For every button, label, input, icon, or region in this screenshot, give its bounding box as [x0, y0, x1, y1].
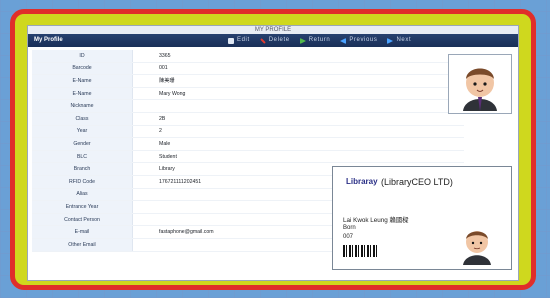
- field-label: Nickname: [32, 100, 133, 112]
- field-label: E-Name: [32, 87, 133, 100]
- table-row: Nickname: [32, 100, 464, 113]
- edit-button[interactable]: Edit: [228, 34, 250, 47]
- toolbar-actions: Edit Delete Return Previous Next: [228, 34, 411, 47]
- table-row: BLC Student: [32, 150, 464, 164]
- previous-label: Previous: [349, 37, 378, 43]
- barcode-icon: [343, 245, 377, 257]
- field-label: Gender: [32, 138, 133, 150]
- delete-label: Delete: [268, 37, 290, 43]
- card-brand: Libraray: [346, 177, 378, 186]
- table-row: Year 2: [32, 125, 464, 139]
- next-label: Next: [396, 37, 412, 43]
- previous-icon: [340, 37, 347, 44]
- avatar-icon: [463, 231, 491, 265]
- page-title: My Profile: [34, 37, 63, 43]
- previous-button[interactable]: Previous: [340, 34, 377, 47]
- card-company: (LibraryCEO LTD): [381, 177, 453, 187]
- field-value: 陳美珊: [159, 78, 175, 85]
- field-value: Student: [159, 153, 177, 160]
- field-label: Barcode: [32, 62, 133, 75]
- field-label: RFID Code: [32, 175, 133, 188]
- field-label: Class: [32, 112, 133, 125]
- field-label: E-mail: [32, 226, 133, 238]
- edit-icon: [228, 37, 234, 44]
- delete-button[interactable]: Delete: [259, 34, 290, 47]
- toolbar: My Profile Edit Delete Return Previous N…: [28, 34, 518, 47]
- field-label: Contact Person: [32, 213, 133, 226]
- table-row: Class 2B: [32, 112, 464, 126]
- table-row: E-Name 陳美珊: [32, 75, 464, 88]
- table-row: Barcode 001: [32, 62, 464, 76]
- field-label: BLC: [32, 150, 133, 163]
- field-label: E-Name: [32, 75, 133, 87]
- table-row: E-Name Mary Wong: [32, 87, 464, 101]
- field-value: 001: [159, 65, 168, 72]
- field-label: Year: [32, 125, 133, 138]
- field-label: ID: [32, 50, 133, 62]
- return-button[interactable]: Return: [299, 34, 331, 47]
- card-line-2: Born: [343, 225, 356, 231]
- table-row: Gender Male: [32, 138, 464, 151]
- field-value: Mary Wong: [159, 90, 186, 97]
- profile-screen: MY PROFILE My Profile Edit Delete Return…: [28, 26, 518, 280]
- avatar-icon: [449, 55, 511, 113]
- field-label: Branch: [32, 163, 133, 175]
- field-label: Other Email: [32, 238, 133, 251]
- field-value: 2: [159, 128, 162, 135]
- next-button[interactable]: Next: [387, 34, 411, 47]
- profile-photo: [448, 54, 512, 114]
- return-icon: [299, 37, 306, 44]
- return-label: Return: [308, 37, 331, 43]
- field-value: fastaphone@gmail.com: [159, 229, 214, 236]
- field-label: Alias: [32, 188, 133, 201]
- field-value: 176721111202451: [159, 178, 202, 185]
- field-value: Male: [159, 140, 171, 147]
- table-row: ID 3365: [32, 50, 464, 63]
- edit-label: Edit: [237, 37, 250, 43]
- card-name: Lai Kwok Leung 賴國樑: [343, 217, 409, 224]
- field-value: Library: [159, 166, 175, 173]
- window-title: MY PROFILE: [254, 27, 292, 33]
- field-label: Entrance Year: [32, 201, 133, 213]
- field-value: 2B: [159, 115, 166, 122]
- field-value: 3365: [159, 52, 171, 59]
- delete-icon: [259, 37, 266, 44]
- card-line-3: 007: [343, 234, 354, 240]
- next-icon: [387, 37, 394, 44]
- library-card: Libraray (LibraryCEO LTD) Lai Kwok Leung…: [332, 166, 512, 270]
